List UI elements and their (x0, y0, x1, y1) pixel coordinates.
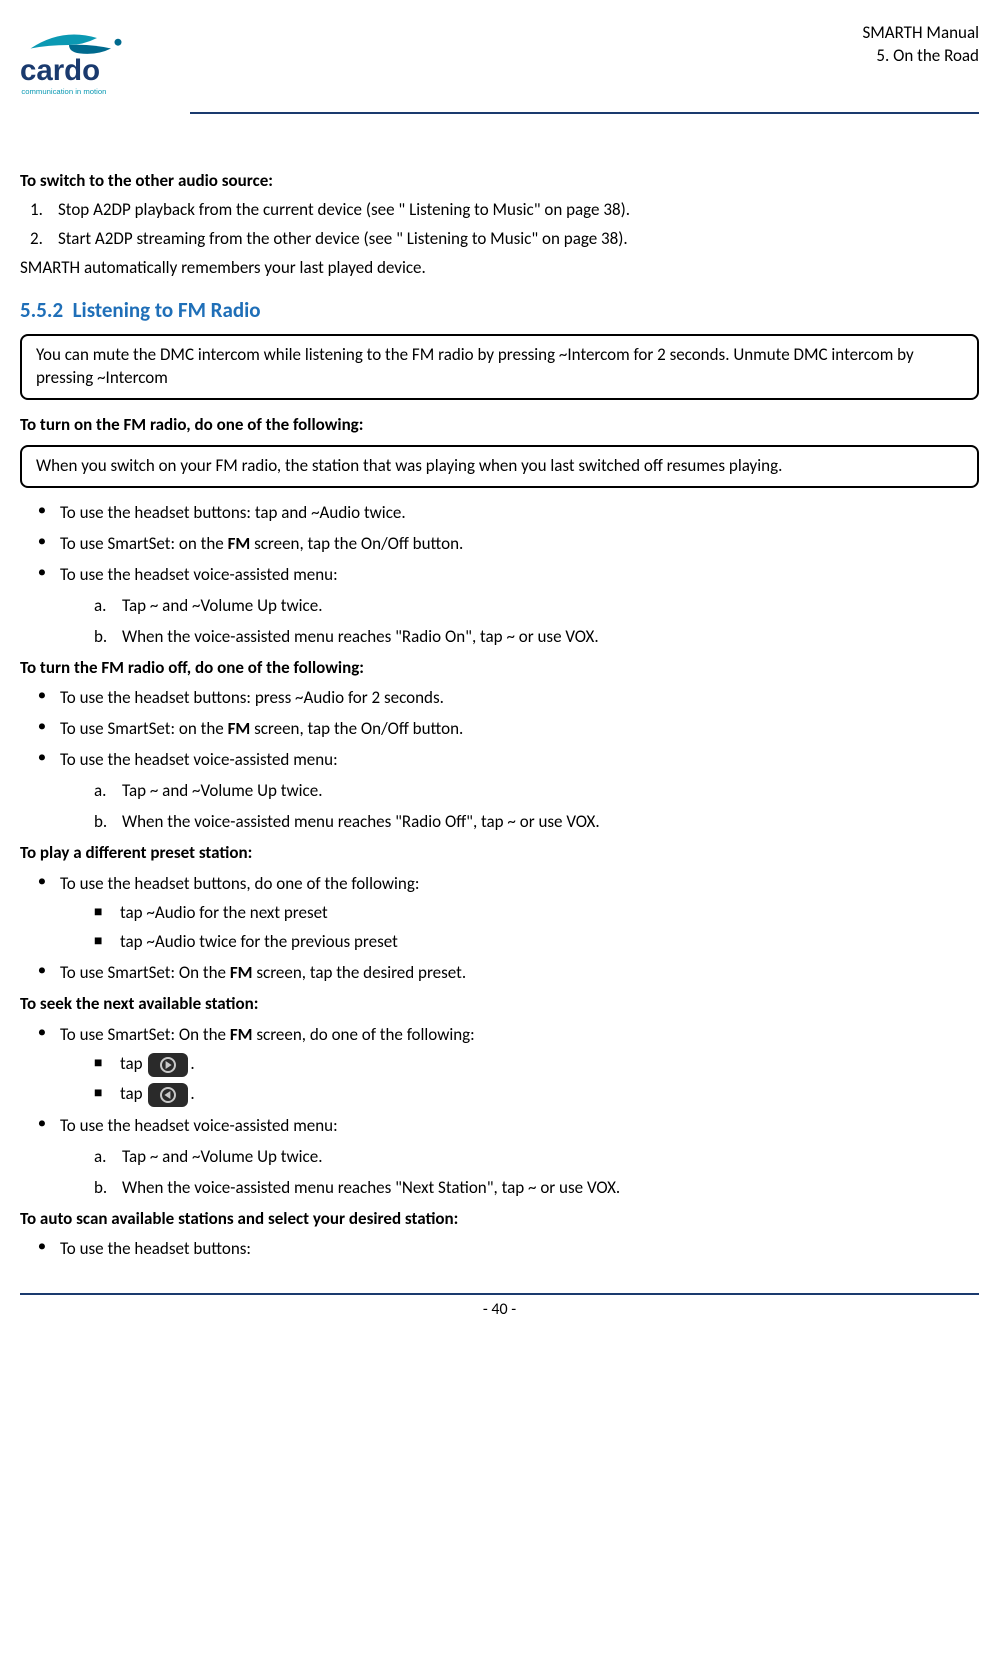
list-item: tap ~Audio for the next preset (94, 902, 979, 925)
seek-back-icon (148, 1083, 188, 1107)
footer-rule (20, 1293, 979, 1295)
list-item: a.Tap ~ and ~Volume Up twice. (94, 595, 979, 618)
list-item: To use SmartSet: on the FM screen, tap t… (38, 718, 979, 741)
seek-sublist: tap . tap . (60, 1053, 979, 1107)
manual-title: SMARTH Manual (862, 22, 979, 45)
preset-sublist: tap ~Audio for the next preset tap ~Audi… (60, 902, 979, 954)
turn-off-list: To use the headset buttons: press ~Audio… (20, 687, 979, 834)
autoscan-heading: To auto scan available stations and sele… (20, 1208, 979, 1231)
brand-logo: cardo communication in motion (20, 20, 160, 108)
seek-forward-icon (148, 1053, 188, 1077)
subsection-heading: 5.5.2 Listening to FM Radio (20, 296, 979, 324)
list-item: b.When the voice-assisted menu reaches "… (94, 811, 979, 834)
preset-list: To use the headset buttons, do one of th… (20, 873, 979, 985)
turn-off-sublist: a.Tap ~ and ~Volume Up twice. b.When the… (60, 780, 979, 834)
list-item: To use the headset voice-assisted menu: … (38, 749, 979, 834)
logo-tagline: communication in motion (21, 87, 106, 96)
list-item: To use the headset buttons: (38, 1238, 979, 1261)
list-item: tap . (94, 1053, 979, 1077)
list-item: To use the headset voice-assisted menu: … (38, 1115, 979, 1200)
list-item: b.When the voice-assisted menu reaches "… (94, 1177, 979, 1200)
list-item: To use the headset buttons, do one of th… (38, 873, 979, 954)
list-item: To use SmartSet: On the FM screen, do on… (38, 1024, 979, 1107)
preset-heading: To play a different preset station: (20, 842, 979, 865)
info-box-mute: You can mute the DMC intercom while list… (20, 334, 979, 400)
list-item: b.When the voice-assisted menu reaches "… (94, 626, 979, 649)
switch-source-heading: To switch to the other audio source: (20, 170, 979, 193)
list-item: To use SmartSet: On the FM screen, tap t… (38, 962, 979, 985)
turn-off-heading: To turn the FM radio off, do one of the … (20, 657, 979, 680)
list-item: a.Tap ~ and ~Volume Up twice. (94, 1146, 979, 1169)
autoscan-list: To use the headset buttons: (20, 1238, 979, 1261)
list-item: tap . (94, 1083, 979, 1107)
switch-note: SMARTH automatically remembers your last… (20, 257, 979, 280)
list-item: To use the headset buttons: press ~Audio… (38, 687, 979, 710)
seek-voice-sublist: a.Tap ~ and ~Volume Up twice. b.When the… (60, 1146, 979, 1200)
turn-on-list: To use the headset buttons: tap and ~Aud… (20, 502, 979, 649)
list-item: tap ~Audio twice for the previous preset (94, 931, 979, 954)
turn-on-heading: To turn on the FM radio, do one of the f… (20, 414, 979, 437)
list-item: 1.Stop A2DP playback from the current de… (38, 199, 979, 222)
page-number: - 40 - (20, 1299, 979, 1321)
chapter-title: 5. On the Road (862, 45, 979, 68)
seek-list: To use SmartSet: On the FM screen, do on… (20, 1024, 979, 1200)
switch-source-steps: 1.Stop A2DP playback from the current de… (20, 199, 979, 251)
svg-text:cardo: cardo (20, 54, 100, 87)
list-item: To use SmartSet: on the FM screen, tap t… (38, 533, 979, 556)
list-item: To use the headset voice-assisted menu: … (38, 564, 979, 649)
seek-heading: To seek the next available station: (20, 993, 979, 1016)
list-item: To use the headset buttons: tap and ~Aud… (38, 502, 979, 525)
list-item: a.Tap ~ and ~Volume Up twice. (94, 780, 979, 803)
cardo-logo-icon: cardo communication in motion (20, 24, 160, 108)
page-content: To switch to the other audio source: 1.S… (20, 114, 979, 1275)
header-meta: SMARTH Manual 5. On the Road (862, 20, 979, 68)
turn-on-sublist: a.Tap ~ and ~Volume Up twice. b.When the… (60, 595, 979, 649)
list-item: 2.Start A2DP streaming from the other de… (38, 228, 979, 251)
page-header: cardo communication in motion SMARTH Man… (20, 20, 979, 108)
info-box-resume: When you switch on your FM radio, the st… (20, 445, 979, 488)
